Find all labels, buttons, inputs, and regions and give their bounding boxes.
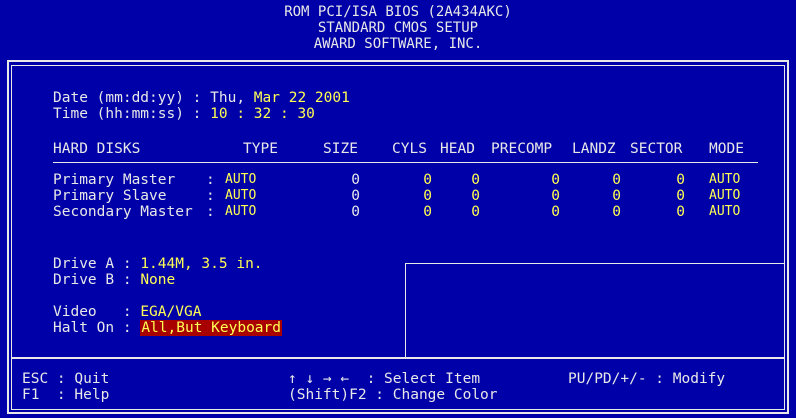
footer-divider (11, 357, 785, 359)
inner-frame-top (11, 65, 785, 66)
footer-change-color: (Shift)F2 : Change Color (288, 387, 498, 403)
disk-mode[interactable]: AUTO (709, 172, 740, 188)
date-label: Date (mm:dd:yy) : (53, 90, 211, 106)
disk-cyls: 0 (423, 188, 432, 204)
drive-b-value[interactable]: None (140, 272, 175, 288)
date-row: Date (mm:dd:yy) : Thu, Mar 22 2001 (53, 90, 350, 106)
info-box-top (405, 263, 785, 264)
drive-a-row: Drive A : 1.44M, 3.5 in. (53, 256, 263, 272)
disk-sector: 0 (676, 172, 685, 188)
drive-b-label: Drive B : (53, 272, 141, 288)
disk-cyls: 0 (423, 204, 432, 220)
disk-precomp: 0 (551, 204, 560, 220)
disk-size: 0 (351, 188, 360, 204)
disk-precomp: 0 (551, 188, 560, 204)
footer-esc-quit: ESC : Quit (22, 371, 110, 387)
drive-a-value[interactable]: 1.44M, 3.5 in. (140, 256, 262, 272)
disk-head: 0 (471, 204, 480, 220)
bios-title: ROM PCI/ISA BIOS (2A434AKC) (284, 4, 512, 20)
info-box-left (405, 263, 406, 358)
time-label: Time (hh:mm:ss) : (53, 106, 211, 122)
disk-type[interactable]: AUTO (225, 172, 256, 188)
disk-head: 0 (471, 172, 480, 188)
footer-modify: PU/PD/+/- : Modify (568, 371, 726, 387)
col-cyls: CYLS (392, 141, 427, 157)
disk-name: Secondary Master (53, 204, 193, 220)
disk-cyls: 0 (423, 172, 432, 188)
disk-sector: 0 (676, 204, 685, 220)
select-item-label: : Select Item (349, 371, 481, 387)
time-value[interactable]: 10 : 32 : 30 (210, 106, 315, 122)
halt-on-row: Halt On : All,But Keyboard (53, 320, 282, 336)
disk-type[interactable]: AUTO (225, 188, 256, 204)
disk-name: Primary Slave (53, 188, 167, 204)
disk-type[interactable]: AUTO (225, 204, 256, 220)
col-head: HEAD (440, 141, 475, 157)
disk-name: Primary Master (53, 172, 176, 188)
disk-sep: : (206, 172, 224, 188)
date-day: Thu, (210, 90, 254, 106)
halt-on-value[interactable]: All,But Keyboard (140, 320, 282, 336)
time-row: Time (hh:mm:ss) : 10 : 32 : 30 (53, 106, 315, 122)
drive-b-row: Drive B : None (53, 272, 175, 288)
video-row: Video : EGA/VGA (53, 304, 201, 320)
halt-on-label: Halt On : (53, 320, 141, 336)
col-type: TYPE (243, 141, 278, 157)
col-landz: LANDZ (572, 141, 616, 157)
disk-sector: 0 (676, 188, 685, 204)
disk-head: 0 (471, 188, 480, 204)
video-value[interactable]: EGA/VGA (140, 304, 201, 320)
vendor-title: AWARD SOFTWARE, INC. (313, 36, 483, 52)
drive-a-label: Drive A : (53, 256, 141, 272)
col-mode: MODE (709, 141, 744, 157)
col-hard-disks: HARD DISKS (53, 141, 141, 157)
disk-size: 0 (351, 204, 360, 220)
date-value[interactable]: Mar 22 2001 (254, 90, 350, 106)
footer-select-item: ↑ ↓ → ← : Select Item (288, 371, 480, 387)
disk-landz: 0 (612, 204, 621, 220)
video-label: Video : (53, 304, 141, 320)
inner-frame-bottom (11, 409, 785, 410)
disk-mode[interactable]: AUTO (709, 204, 740, 220)
col-precomp: PRECOMP (491, 141, 553, 157)
disk-size: 0 (351, 172, 360, 188)
col-sector: SECTOR (630, 141, 683, 157)
col-size: SIZE (323, 141, 358, 157)
disk-sep: : (206, 188, 224, 204)
footer-f1-help: F1 : Help (22, 387, 110, 403)
disk-precomp: 0 (551, 172, 560, 188)
disk-landz: 0 (612, 188, 621, 204)
disk-landz: 0 (612, 172, 621, 188)
disk-sep: : (206, 204, 224, 220)
arrow-keys-icon: ↑ ↓ → ← (288, 371, 350, 387)
disk-mode[interactable]: AUTO (709, 188, 740, 204)
disk-header-rule (53, 162, 758, 163)
setup-title: STANDARD CMOS SETUP (317, 20, 479, 36)
